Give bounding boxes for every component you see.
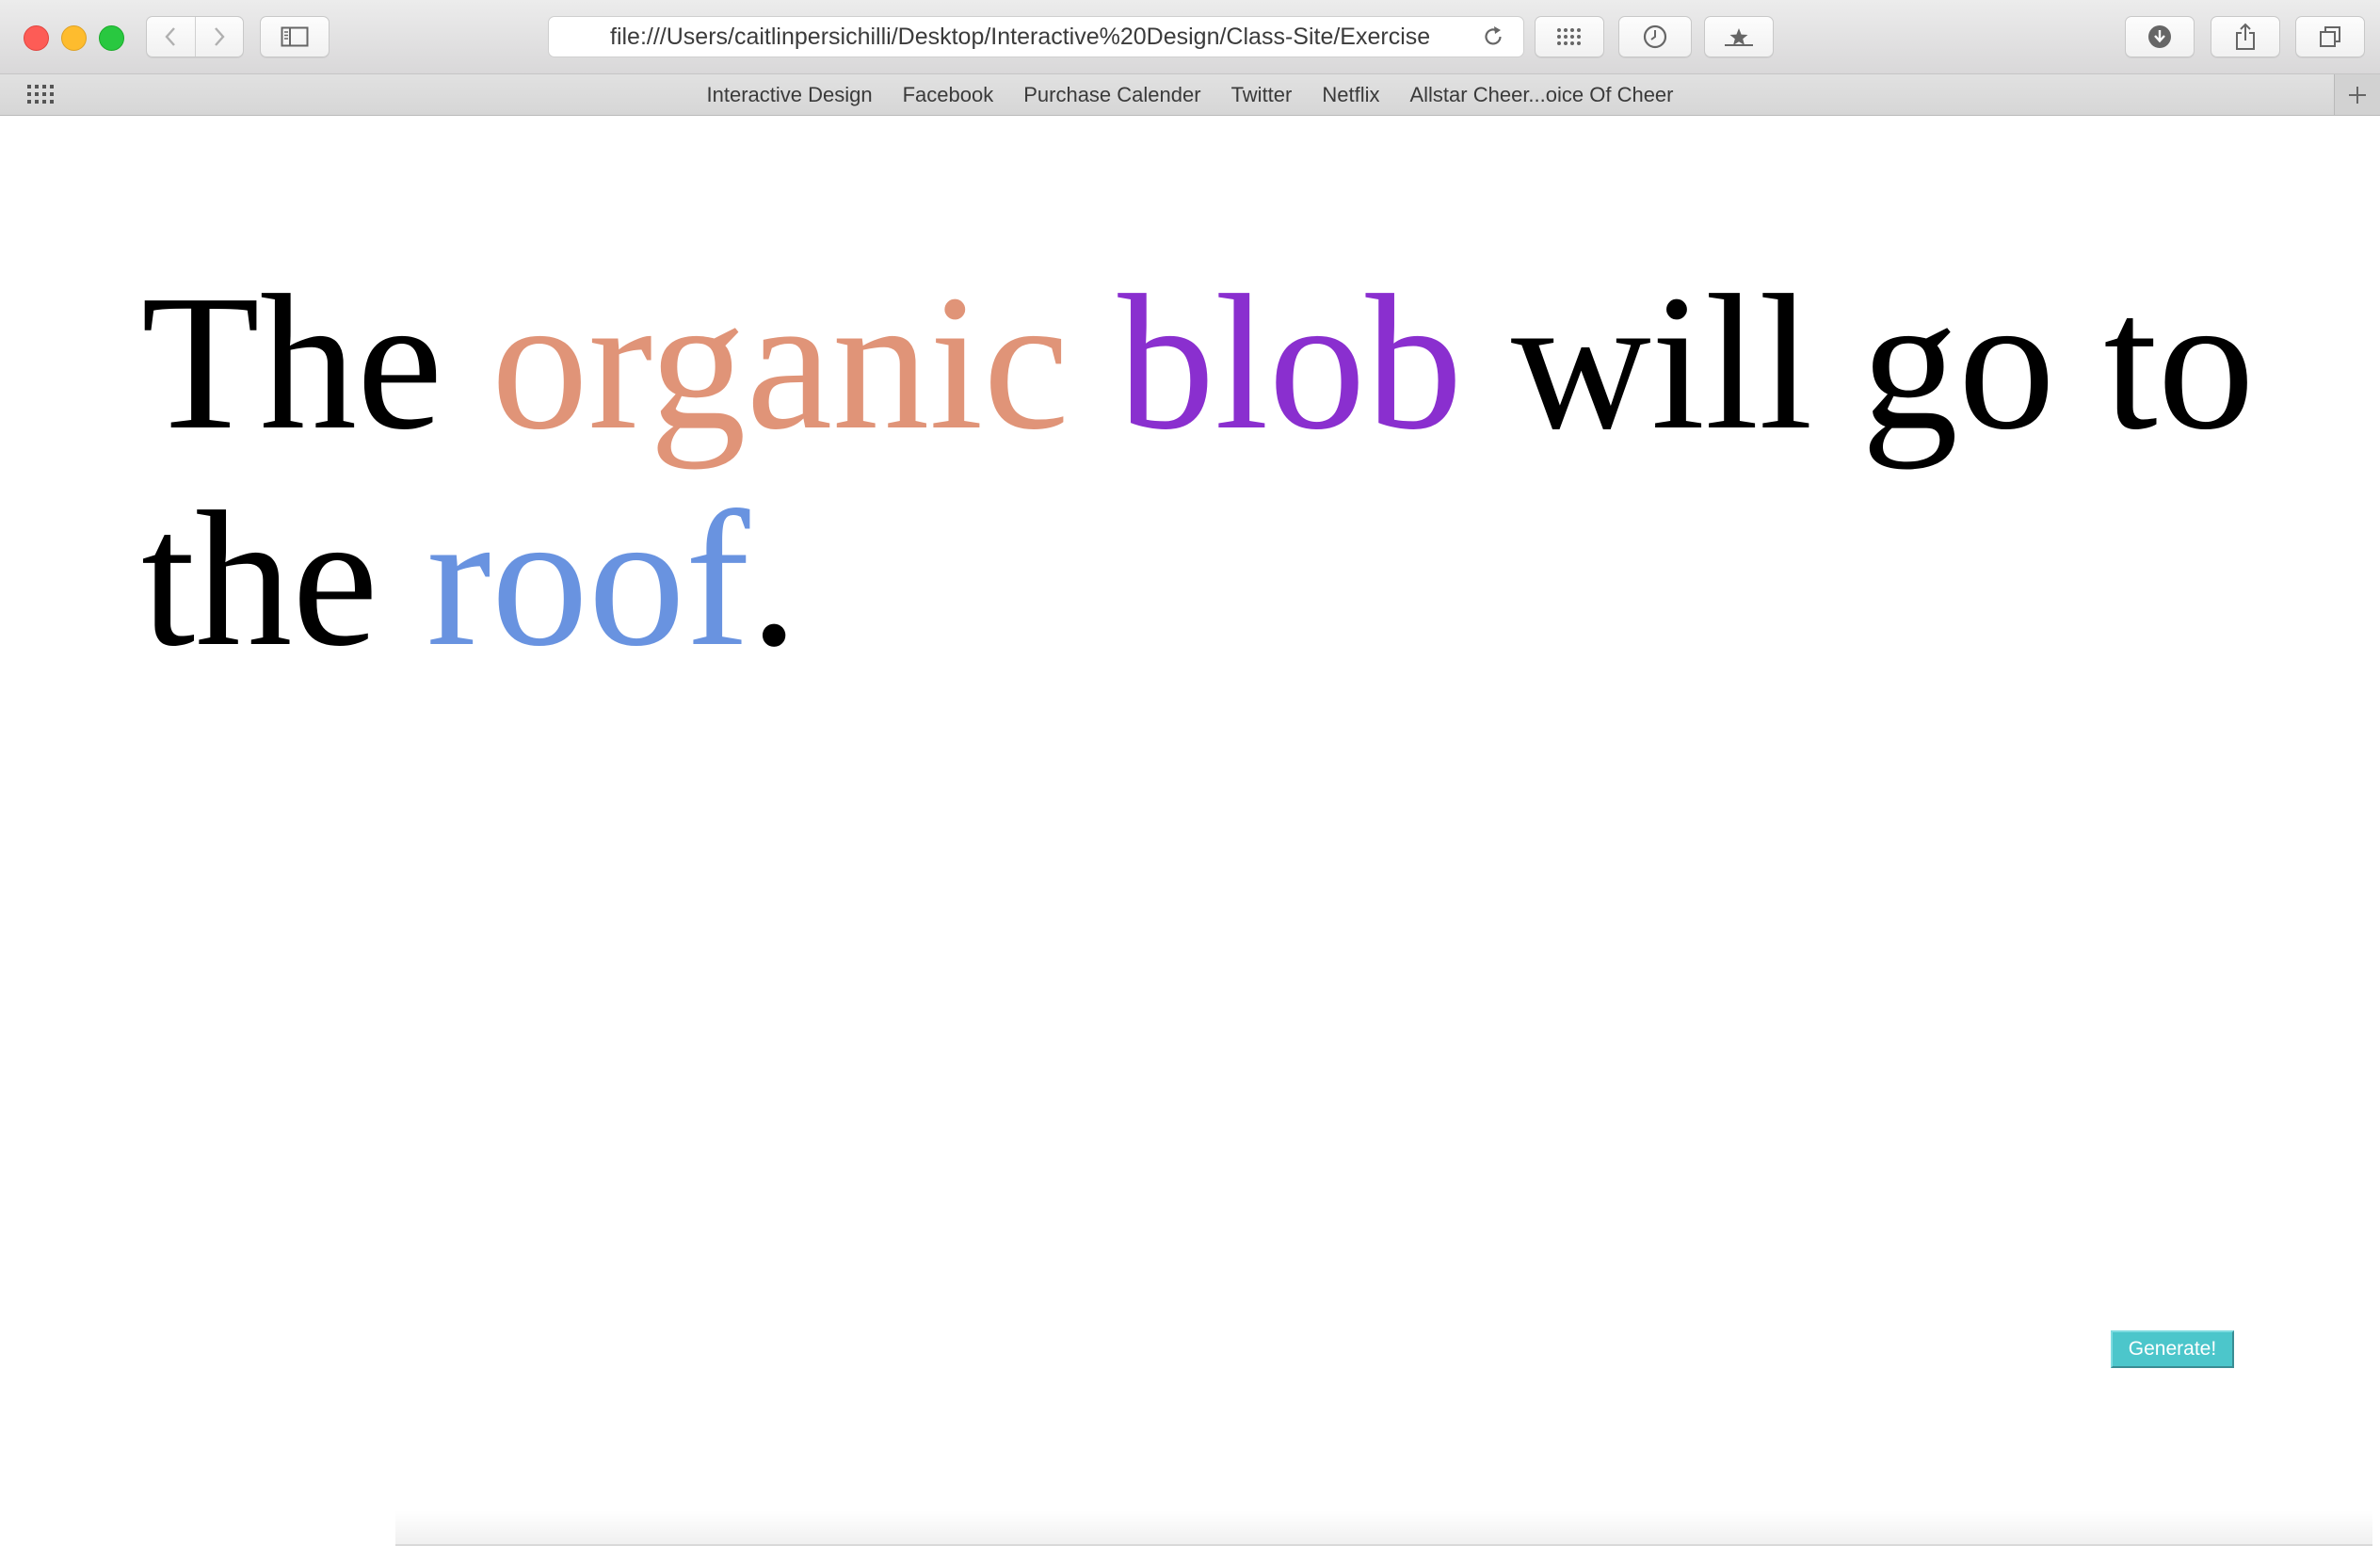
- sidebar-icon: [281, 26, 309, 47]
- back-button[interactable]: [147, 17, 196, 56]
- bookmark-netflix[interactable]: Netflix: [1322, 83, 1379, 107]
- bookmark-items: Interactive Design Facebook Purchase Cal…: [0, 74, 2380, 115]
- clock-icon: [1643, 24, 1667, 49]
- bookmark-allstar-cheer[interactable]: Allstar Cheer...oice Of Cheer: [1409, 83, 1673, 107]
- history-button[interactable]: [1618, 16, 1692, 57]
- close-window-button[interactable]: [24, 25, 49, 51]
- url-fade: [1429, 19, 1467, 55]
- word-blob: blob: [1118, 254, 1463, 470]
- share-button[interactable]: [2211, 16, 2280, 57]
- chevron-right-icon: [214, 27, 225, 46]
- generated-sentence: The organic blob will go to the roof.: [141, 254, 2278, 687]
- sidebar-button[interactable]: [260, 16, 330, 57]
- downloads-button[interactable]: [2125, 16, 2195, 57]
- navigation-buttons: [146, 16, 244, 57]
- grid-icon: [1557, 28, 1581, 45]
- zoom-window-button[interactable]: [99, 25, 124, 51]
- plus-icon: [2349, 86, 2366, 104]
- reload-button[interactable]: [1474, 17, 1512, 56]
- bookmark-facebook[interactable]: Facebook: [903, 83, 994, 107]
- bookmarks-bar: Interactive Design Facebook Purchase Cal…: [0, 74, 2380, 116]
- generate-button[interactable]: Generate!: [2111, 1330, 2234, 1368]
- sentence-period: .: [749, 471, 798, 686]
- share-icon: [2236, 23, 2255, 50]
- word-organic: organic: [490, 254, 1069, 470]
- chevron-left-icon: [165, 27, 176, 46]
- bookmark-interactive-design[interactable]: Interactive Design: [707, 83, 873, 107]
- word-the: The: [141, 254, 443, 470]
- tabs-icon: [2320, 26, 2340, 47]
- star-icon: [1725, 28, 1753, 46]
- bookmark-purchase-calender[interactable]: Purchase Calender: [1023, 83, 1200, 107]
- bookmark-button[interactable]: [1704, 16, 1774, 57]
- top-sites-button[interactable]: [1535, 16, 1604, 57]
- browser-toolbar: file:///Users/caitlinpersichilli/Desktop…: [0, 0, 2380, 74]
- add-bookmark-button[interactable]: [2334, 74, 2380, 115]
- page-bottom-shadow: [395, 1510, 2372, 1546]
- minimize-window-button[interactable]: [61, 25, 87, 51]
- forward-button[interactable]: [196, 17, 244, 56]
- url-text[interactable]: file:///Users/caitlinpersichilli/Desktop…: [610, 17, 1457, 56]
- tabs-overview-button[interactable]: [2295, 16, 2365, 57]
- page-content: The organic blob will go to the roof. Ge…: [0, 117, 2380, 1546]
- bookmark-twitter[interactable]: Twitter: [1231, 83, 1293, 107]
- word-roof: roof: [426, 471, 750, 686]
- reload-icon: [1485, 26, 1502, 45]
- download-icon: [2148, 25, 2171, 48]
- address-bar[interactable]: file:///Users/caitlinpersichilli/Desktop…: [548, 16, 1524, 57]
